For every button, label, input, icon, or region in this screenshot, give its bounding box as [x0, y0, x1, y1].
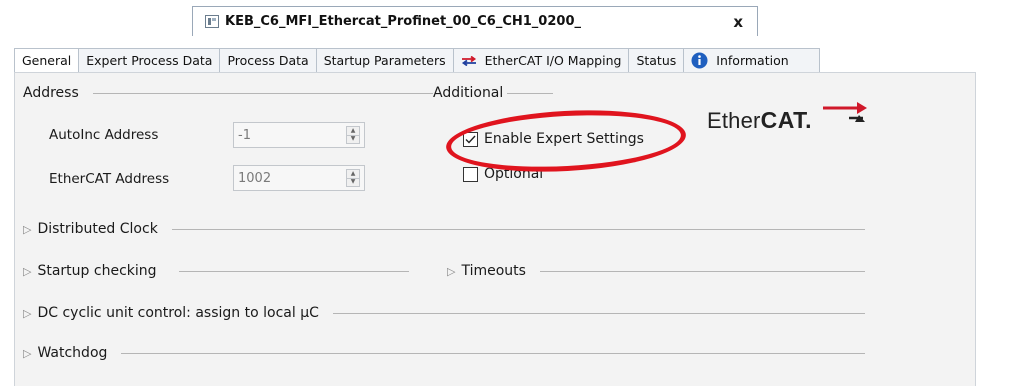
divider [171, 228, 865, 230]
tab-information[interactable]: Information [683, 48, 820, 72]
enable-expert-settings-label: Enable Expert Settings [484, 131, 644, 147]
info-icon [691, 52, 708, 69]
divider [92, 92, 433, 94]
tab-ethercat-io-mapping[interactable]: EtherCAT I/O Mapping [452, 48, 630, 72]
tab-label: Status [636, 52, 677, 68]
dc-cyclic-unit-control-section[interactable]: ▷ DC cyclic unit control: assign to loca… [23, 305, 865, 321]
watchdog-section[interactable]: ▷ Watchdog [23, 345, 865, 361]
autoinc-address-spinner[interactable]: ▲ ▼ [233, 122, 365, 148]
expand-arrow-icon[interactable]: ▷ [23, 265, 31, 278]
ethercat-address-label: EtherCAT Address [49, 171, 170, 187]
divider [178, 270, 409, 272]
additional-header-label: Additional [433, 85, 504, 101]
mapping-arrows-icon [461, 55, 477, 66]
address-group-header: Address [23, 85, 433, 101]
timeouts-section[interactable]: ▷ Timeouts [447, 263, 865, 279]
spin-up-icon[interactable]: ▲ [347, 127, 359, 136]
device-icon [205, 15, 219, 28]
expand-arrow-icon[interactable]: ▷ [447, 265, 455, 278]
expand-arrow-icon[interactable]: ▷ [23, 223, 31, 236]
spinner-buttons[interactable]: ▲ ▼ [346, 126, 360, 144]
distributed-clock-label: Distributed Clock [37, 221, 158, 237]
ethercat-logo-arrow-icon [823, 102, 867, 122]
tab-label: General [22, 53, 72, 68]
optional-checkbox[interactable] [463, 166, 478, 182]
tab-label: Information [716, 52, 789, 68]
autoinc-address-input[interactable] [234, 124, 338, 146]
spin-up-icon[interactable]: ▲ [347, 170, 359, 179]
document-tab-title: KEB_C6_MFI_Ethercat_Profinet_00_C6_CH1_0… [225, 14, 581, 29]
tab-status[interactable]: Status [628, 48, 685, 72]
tab-startup-parameters[interactable]: Startup Parameters [315, 48, 454, 72]
address-header-label: Address [23, 85, 79, 101]
ethercat-address-spinner[interactable]: ▲ ▼ [233, 165, 365, 191]
enable-expert-settings-checkbox[interactable] [463, 131, 478, 147]
spinner-buttons[interactable]: ▲ ▼ [346, 169, 360, 187]
divider [121, 352, 865, 354]
enable-expert-settings-checkbox-row[interactable]: Enable Expert Settings [463, 131, 644, 147]
editor-tab-bar: General Expert Process Data Process Data… [0, 36, 1026, 73]
ethercat-logo-text: EtherCAT. [707, 107, 812, 133]
checkmark-icon [465, 135, 476, 144]
close-tab-button[interactable]: x [733, 13, 743, 31]
optional-label: Optional [484, 166, 544, 182]
distributed-clock-section[interactable]: ▷ Distributed Clock [23, 221, 865, 237]
divider [332, 312, 865, 314]
tab-label: Process Data [227, 52, 309, 68]
document-tab[interactable]: KEB_C6_MFI_Ethercat_Profinet_00_C6_CH1_0… [192, 6, 758, 36]
expand-arrow-icon[interactable]: ▷ [23, 307, 31, 320]
tab-label: Startup Parameters [323, 52, 446, 68]
expand-arrow-icon[interactable]: ▷ [23, 347, 31, 360]
tab-expert-process-data[interactable]: Expert Process Data [78, 48, 221, 72]
optional-checkbox-row[interactable]: Optional [463, 166, 543, 182]
divider [507, 92, 553, 94]
additional-group-header: Additional [433, 85, 553, 101]
tab-label: Expert Process Data [86, 52, 213, 68]
general-settings-panel: Address AutoInc Address ▲ ▼ EtherCAT Add… [14, 72, 976, 386]
autoinc-address-label: AutoInc Address [49, 127, 159, 143]
startup-checking-section[interactable]: ▷ Startup checking [23, 263, 409, 279]
ethercat-address-input[interactable] [234, 167, 338, 189]
divider [539, 270, 865, 272]
timeouts-label: Timeouts [461, 263, 526, 279]
dc-cyclic-label: DC cyclic unit control: assign to local … [37, 305, 319, 321]
watchdog-label: Watchdog [37, 345, 108, 361]
ethercat-logo: EtherCAT. [707, 99, 877, 139]
tab-process-data[interactable]: Process Data [219, 48, 317, 72]
spin-down-icon[interactable]: ▼ [347, 136, 359, 144]
tab-general[interactable]: General [14, 48, 80, 73]
spin-down-icon[interactable]: ▼ [347, 179, 359, 187]
tab-label: EtherCAT I/O Mapping [484, 52, 622, 68]
startup-checking-label: Startup checking [37, 263, 157, 279]
